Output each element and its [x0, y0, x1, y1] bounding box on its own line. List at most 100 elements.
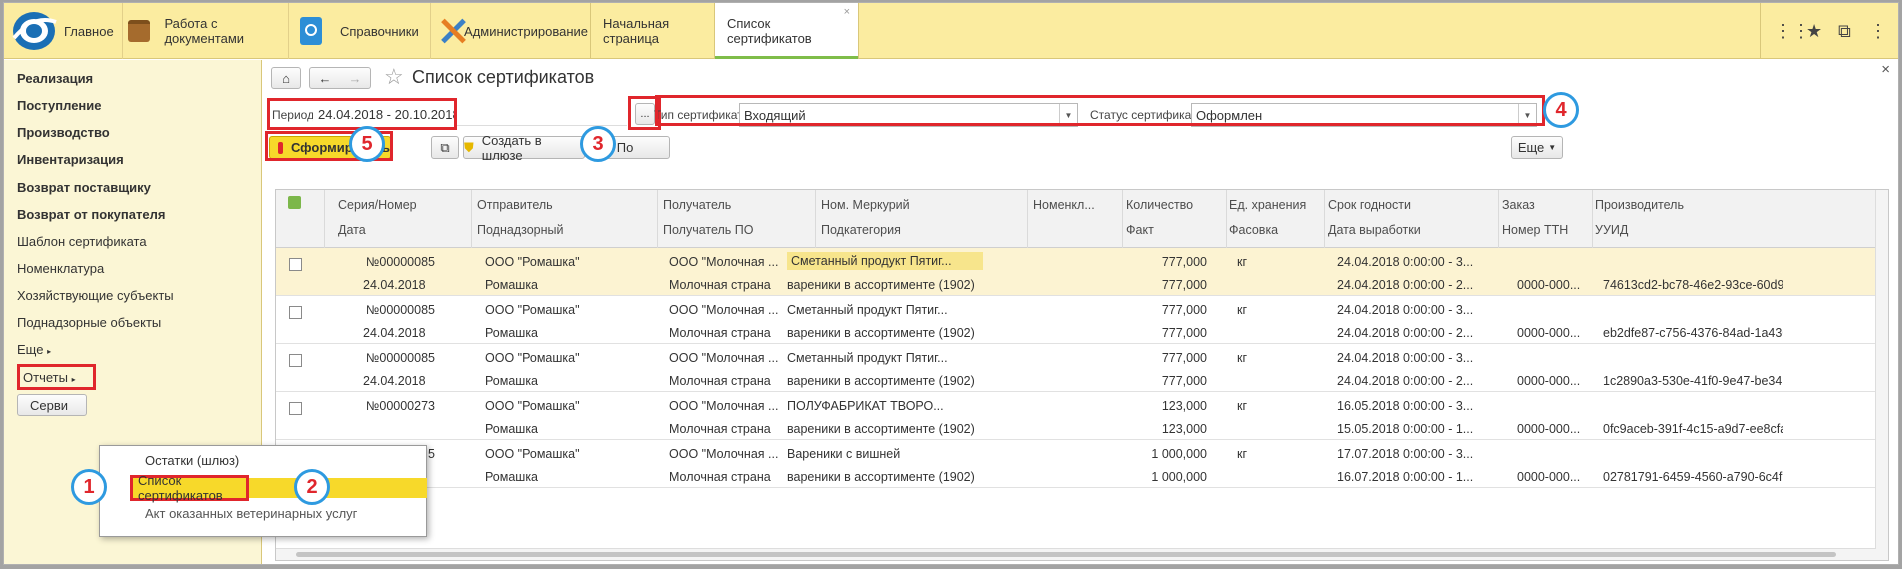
cell-prod: 24.04.2018 0:00:00 - 2...: [1337, 374, 1474, 388]
cell-uuid: 74613cd2-bc78-46e2-93ce-60d9cdff...: [1603, 278, 1783, 292]
column-header-expiry[interactable]: Срок годности: [1328, 198, 1498, 212]
table-row[interactable]: 5 ООО "Ромашка" ООО "Молочная ... Вареники …: [276, 440, 1876, 488]
section-main-label: Главное: [64, 23, 114, 39]
back-arrow-icon[interactable]: ←: [310, 71, 340, 86]
table-row[interactable]: №00000085 ООО "Ромашка" ООО "Молочная ... С…: [276, 344, 1876, 392]
column-divider[interactable]: [471, 190, 472, 248]
cell-fact: 777,000: [1161, 278, 1207, 292]
shield-yellow-icon: ⛊: [464, 139, 474, 155]
column-header-quantity[interactable]: Количество: [1126, 198, 1236, 212]
column-header-nomencl[interactable]: Номенкл...: [1033, 198, 1123, 212]
column-header-mercury-sub[interactable]: Подкатегория: [821, 223, 1031, 237]
sidebar-item-receipts[interactable]: Поступление: [17, 98, 102, 113]
menu-item-certificates[interactable]: Список сертификатов: [130, 473, 249, 503]
sidebar-item-return-customer[interactable]: Возврат от покупателя: [17, 207, 165, 222]
cell-prod: 24.04.2018 0:00:00 - 2...: [1337, 278, 1474, 292]
column-header-quantity-sub[interactable]: Факт: [1126, 223, 1236, 237]
column-divider[interactable]: [657, 190, 658, 248]
app-window: Главное Работа с документами Справочники…: [3, 2, 1899, 565]
cell-num: №00000273: [365, 399, 435, 413]
row-checkbox[interactable]: [289, 258, 302, 271]
column-divider[interactable]: [1498, 190, 1499, 248]
app-logo-icon[interactable]: [10, 8, 58, 54]
create-gateway-label: Создать в шлюзе: [481, 132, 542, 163]
cell-exp: 24.04.2018 0:00:00 - 3...: [1337, 303, 1474, 317]
column-header-expiry-sub[interactable]: Дата выработки: [1328, 223, 1498, 237]
tab-start-page-label: Начальная страница: [603, 16, 670, 46]
copy-button[interactable]: ⧉: [431, 136, 459, 159]
section-documents[interactable]: Работа с документами: [124, 3, 282, 59]
tab-start-page[interactable]: Начальная страница: [590, 3, 714, 59]
history-icon[interactable]: ⧉: [1838, 21, 1851, 42]
sidebar-item-sales[interactable]: Реализация: [17, 71, 93, 86]
sidebar-item-more[interactable]: Еще ▸: [17, 342, 51, 357]
sidebar-item-inventory[interactable]: Инвентаризация: [17, 152, 124, 167]
column-header-manufacturer-sub[interactable]: УУИД: [1595, 223, 1795, 237]
menu-item-highlight-bar: [249, 478, 427, 498]
menu-item-vet-act[interactable]: Акт оказанных ветеринарных услуг: [145, 506, 357, 521]
row-checkbox[interactable]: [289, 354, 302, 367]
column-header-storage-unit[interactable]: Ед. хранения: [1229, 198, 1339, 212]
tab-active-underline: [715, 56, 858, 59]
sidebar-service-label: Серви: [30, 397, 69, 413]
row-checkbox[interactable]: [289, 402, 302, 415]
column-header-order[interactable]: Заказ: [1502, 198, 1597, 212]
sidebar-item-entities[interactable]: Хозяйствующие субъекты: [17, 288, 174, 303]
column-header-serial[interactable]: Серия/Номер: [338, 198, 448, 212]
sidebar-item-supervised[interactable]: Поднадзорные объекты: [17, 315, 161, 330]
vertical-scrollbar[interactable]: [1875, 190, 1888, 560]
cell-qty: 123,000: [1161, 399, 1207, 413]
close-form-icon[interactable]: ×: [1881, 61, 1890, 78]
sidebar-item-production[interactable]: Производство: [17, 125, 110, 140]
annotation-3: 3: [580, 126, 616, 162]
cell-merc: Сметанный продукт Пятиг...: [787, 252, 983, 270]
column-header-mercury[interactable]: Ном. Меркурий: [821, 198, 1031, 212]
cell-qty: 777,000: [1161, 255, 1207, 269]
column-header-sender[interactable]: Отправитель: [477, 198, 617, 212]
row-checkbox[interactable]: [289, 306, 302, 319]
table-row[interactable]: №00000085 ООО "Ромашка" ООО "Молочная ... С…: [276, 248, 1876, 296]
section-administration[interactable]: Администрирование: [438, 3, 588, 59]
column-header-sender-sub[interactable]: Поднадзорный: [477, 223, 617, 237]
section-documents-label: Работа с документами: [164, 16, 245, 46]
menu-item-stock[interactable]: Остатки (шлюз): [145, 453, 239, 468]
cell-fact: 123,000: [1161, 422, 1207, 436]
favorites-star-icon[interactable]: ★: [1806, 21, 1822, 42]
section-administration-label: Администрирование: [464, 23, 588, 39]
sidebar-item-return-supplier[interactable]: Возврат поставщику: [17, 180, 151, 195]
sidebar-service-button[interactable]: Серви: [17, 394, 87, 416]
cell-subcat: вареники в ассортименте (1902): [787, 422, 975, 436]
column-header-order-sub[interactable]: Номер ТТН: [1502, 223, 1597, 237]
more-vertical-icon[interactable]: ⋮: [1869, 21, 1887, 42]
table-row[interactable]: №00000085 ООО "Ромашка" ООО "Молочная ... С…: [276, 296, 1876, 344]
section-main[interactable]: Главное: [64, 3, 120, 59]
column-header-storage-unit-sub[interactable]: Фасовка: [1229, 223, 1339, 237]
column-header-manufacturer[interactable]: Производитель: [1595, 198, 1795, 212]
column-divider[interactable]: [815, 190, 816, 248]
period-field-extent[interactable]: [457, 102, 627, 126]
table-row[interactable]: №00000273 ООО "Ромашка" ООО "Молочная ... П…: [276, 392, 1876, 440]
sidebar-item-nomenclature[interactable]: Номенклатура: [17, 261, 104, 276]
cell-subcat: вареники в ассортименте (1902): [787, 278, 975, 292]
cell-exp: 17.07.2018 0:00:00 - 3...: [1337, 447, 1474, 461]
tab-certificates[interactable]: Список сертификатов ×: [714, 3, 859, 59]
cell-merc: Сметанный продукт Пятиг...: [787, 351, 948, 365]
favorite-star-icon[interactable]: ☆: [384, 64, 404, 90]
grid-menu-icon[interactable]: ⋮⋮: [1774, 21, 1810, 42]
horizontal-scrollbar[interactable]: [276, 548, 1876, 560]
cell-fact: 1 000,000: [1151, 470, 1207, 484]
section-directories[interactable]: Справочники: [300, 3, 426, 59]
column-header-recipient[interactable]: Получатель: [663, 198, 783, 212]
sidebar-item-cert-template[interactable]: Шаблон сертификата: [17, 234, 147, 249]
column-header-recipient-sub[interactable]: Получатель ПО: [663, 223, 783, 237]
home-button[interactable]: ⌂: [271, 67, 301, 89]
scrollbar-thumb[interactable]: [296, 552, 1836, 557]
tab-close-icon[interactable]: ×: [844, 6, 850, 18]
more-button[interactable]: Еще ▼: [1511, 136, 1563, 159]
cell-fact: 777,000: [1161, 326, 1207, 340]
briefcase-icon: [128, 20, 151, 42]
forward-arrow-icon[interactable]: →: [340, 71, 370, 86]
create-gateway-button[interactable]: ⛊ Создать в шлюзе: [463, 133, 585, 163]
column-divider[interactable]: [324, 190, 325, 248]
column-header-serial-sub[interactable]: Дата: [338, 223, 448, 237]
